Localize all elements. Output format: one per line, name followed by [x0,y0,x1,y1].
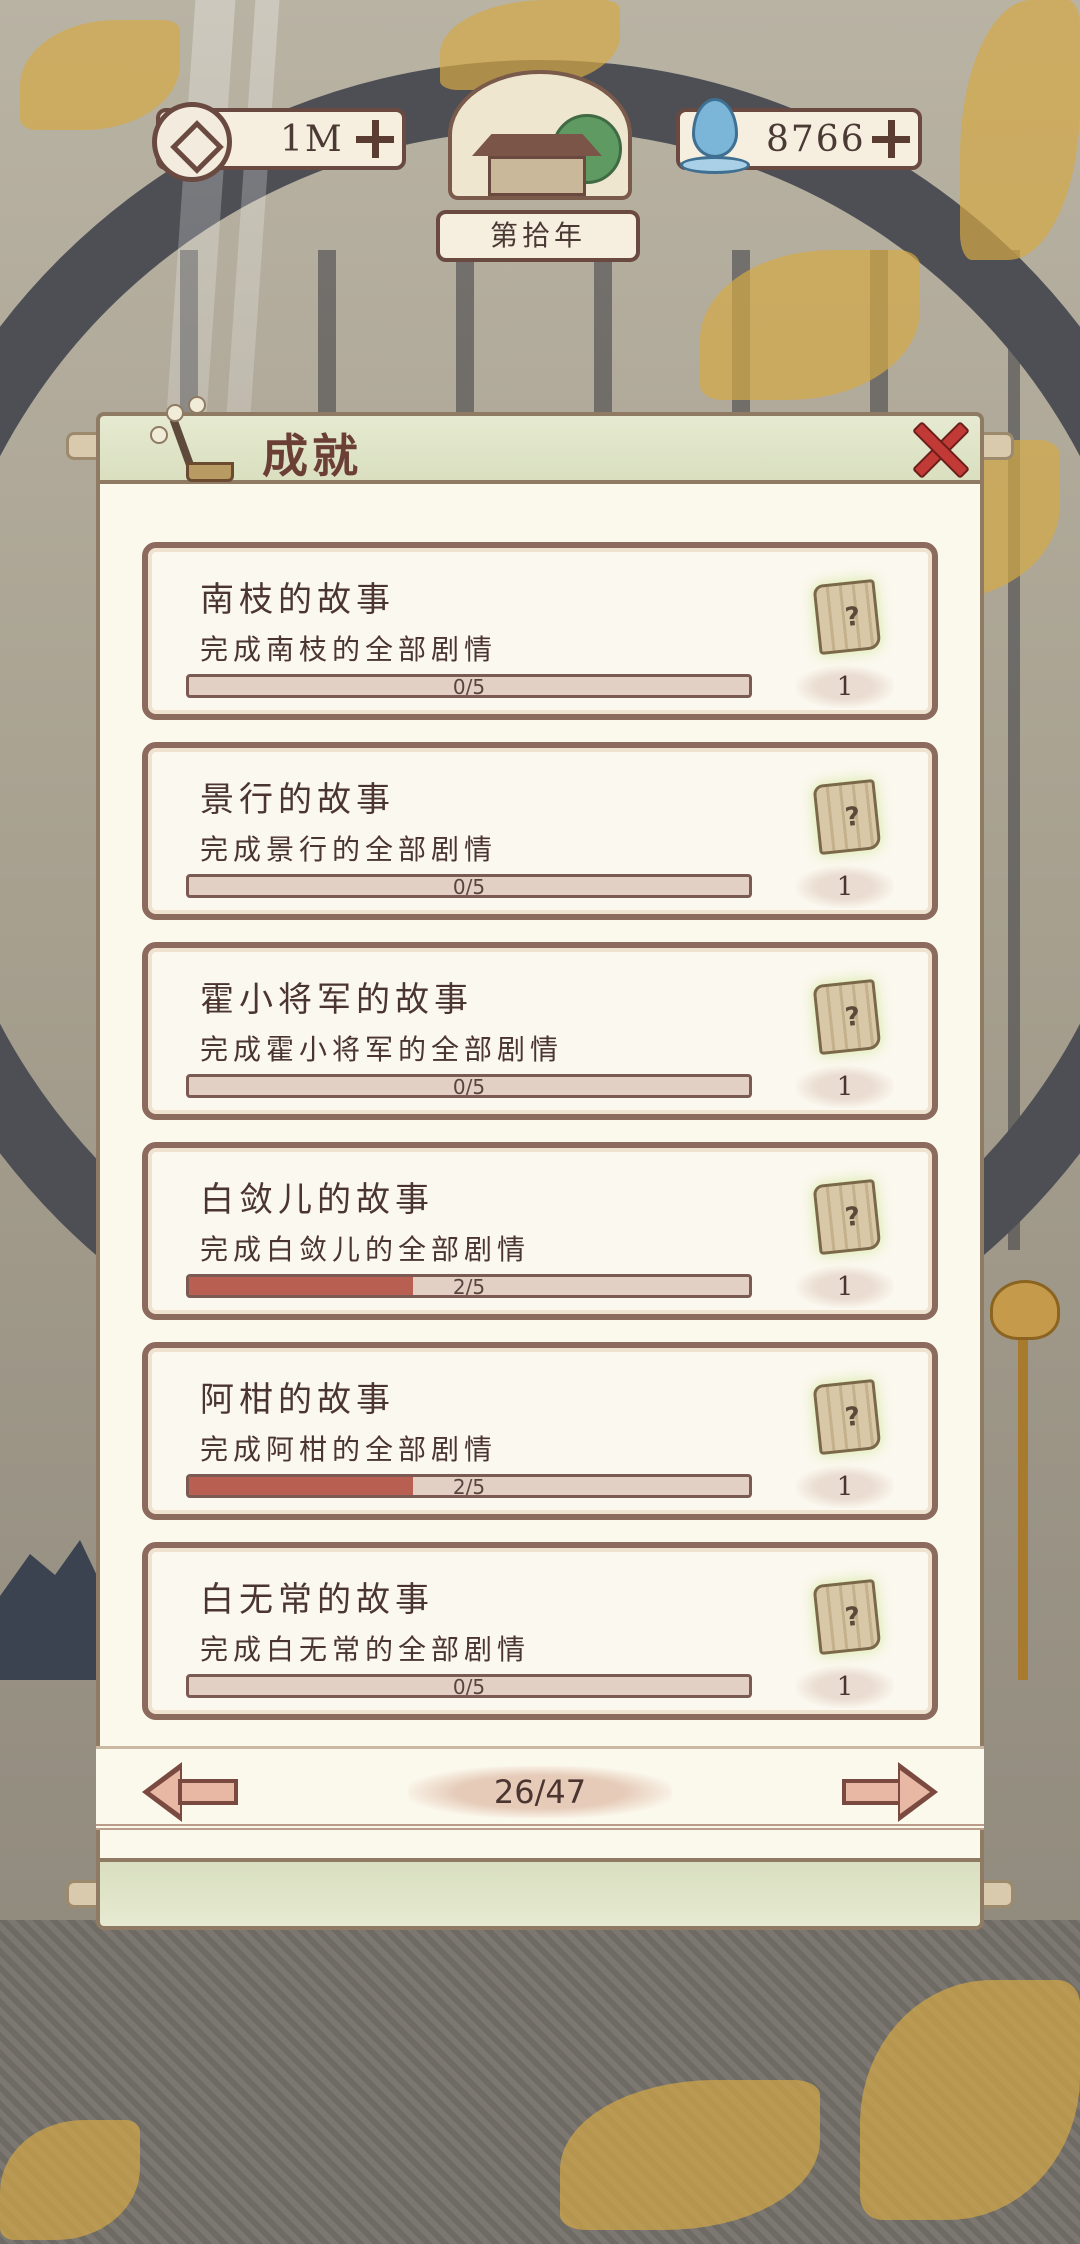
scroll-icon: ? [812,1578,882,1656]
reward-count: 1 [796,866,894,908]
lotus-lamp [990,1280,1060,1340]
reward-scroll-icon[interactable]: ? [808,776,890,860]
achievement-progress-bar: 0/5 [186,874,752,898]
achievement-card[interactable]: 南枝的故事完成南枝的全部剧情 0/5? 1 [142,542,938,720]
achievement-title: 白敛儿的故事 [200,1180,434,1220]
courtyard-emblem [448,70,632,200]
progress-text: 0/5 [452,1675,486,1698]
achievement-progress-bar: 0/5 [186,674,752,698]
panel-footer [96,1858,984,1930]
scroll-icon: ? [812,1378,882,1456]
achievement-card[interactable]: 霍小将军的故事完成霍小将军的全部剧情 0/5? 1 [142,942,938,1120]
add-spirit-plus-icon[interactable] [872,120,910,158]
achievement-progress-bar: 2/5 [186,1274,752,1298]
lotus-lamp-pole [1018,1320,1028,1680]
reward-scroll-icon[interactable]: ? [808,576,890,660]
bonsai-icon [110,396,250,492]
progress-text: 0/5 [452,875,486,898]
achievement-progress-bar: 0/5 [186,1674,752,1698]
achievement-description: 完成白无常的全部剧情 [200,1633,531,1666]
scroll-icon: ? [812,1178,882,1256]
achievement-progress-bar: 2/5 [186,1474,752,1498]
next-page-arrow-icon[interactable] [842,1762,938,1822]
achievement-card[interactable]: 白无常的故事完成白无常的全部剧情 0/5? 1 [142,1542,938,1720]
achievement-description: 完成景行的全部剧情 [200,833,498,866]
achievement-description: 完成南枝的全部剧情 [200,633,498,666]
achievement-description: 完成霍小将军的全部剧情 [200,1033,564,1066]
close-icon[interactable] [910,420,966,476]
water-drop-icon [680,90,750,180]
achievement-title: 南枝的故事 [200,580,395,620]
scroll-icon: ? [812,778,882,856]
achievement-progress-bar: 0/5 [186,1074,752,1098]
progress-text: 2/5 [452,1475,486,1498]
achievement-description: 完成阿柑的全部剧情 [200,1433,498,1466]
achievement-description: 完成白敛儿的全部剧情 [200,1233,531,1266]
reward-count: 1 [796,1466,894,1508]
achievement-title: 景行的故事 [200,780,395,820]
panel-title: 成就 [262,429,362,483]
reward-scroll-icon[interactable]: ? [808,1576,890,1660]
scroll-icon: ? [812,978,882,1056]
achievement-title: 阿柑的故事 [200,1380,395,1420]
reward-count: 1 [796,1266,894,1308]
progress-text: 0/5 [452,675,486,698]
achievement-card[interactable]: 景行的故事完成景行的全部剧情 0/5? 1 [142,742,938,920]
reward-scroll-icon[interactable]: ? [808,1176,890,1260]
achievement-card[interactable]: 阿柑的故事完成阿柑的全部剧情 2/5? 1 [142,1342,938,1520]
reward-scroll-icon[interactable]: ? [808,1376,890,1460]
achievement-title: 白无常的故事 [200,1580,434,1620]
progress-text: 0/5 [452,1075,486,1098]
year-label: 第拾年 [436,210,640,262]
achievement-card[interactable]: 白敛儿的故事完成白敛儿的全部剧情 2/5? 1 [142,1142,938,1320]
reward-scroll-icon[interactable]: ? [808,976,890,1060]
prev-page-arrow-icon[interactable] [142,1762,238,1822]
reward-count: 1 [796,1666,894,1708]
add-coins-plus-icon[interactable] [356,120,394,158]
reward-count: 1 [796,666,894,708]
progress-text: 2/5 [452,1275,486,1298]
coin-icon [152,102,232,182]
scroll-icon: ? [812,578,882,656]
achievement-title: 霍小将军的故事 [200,980,473,1020]
page-indicator: 26/47 [408,1766,672,1818]
coin-value: 1M [280,118,344,160]
reward-count: 1 [796,1066,894,1108]
spirit-value: 8766 [766,118,866,160]
